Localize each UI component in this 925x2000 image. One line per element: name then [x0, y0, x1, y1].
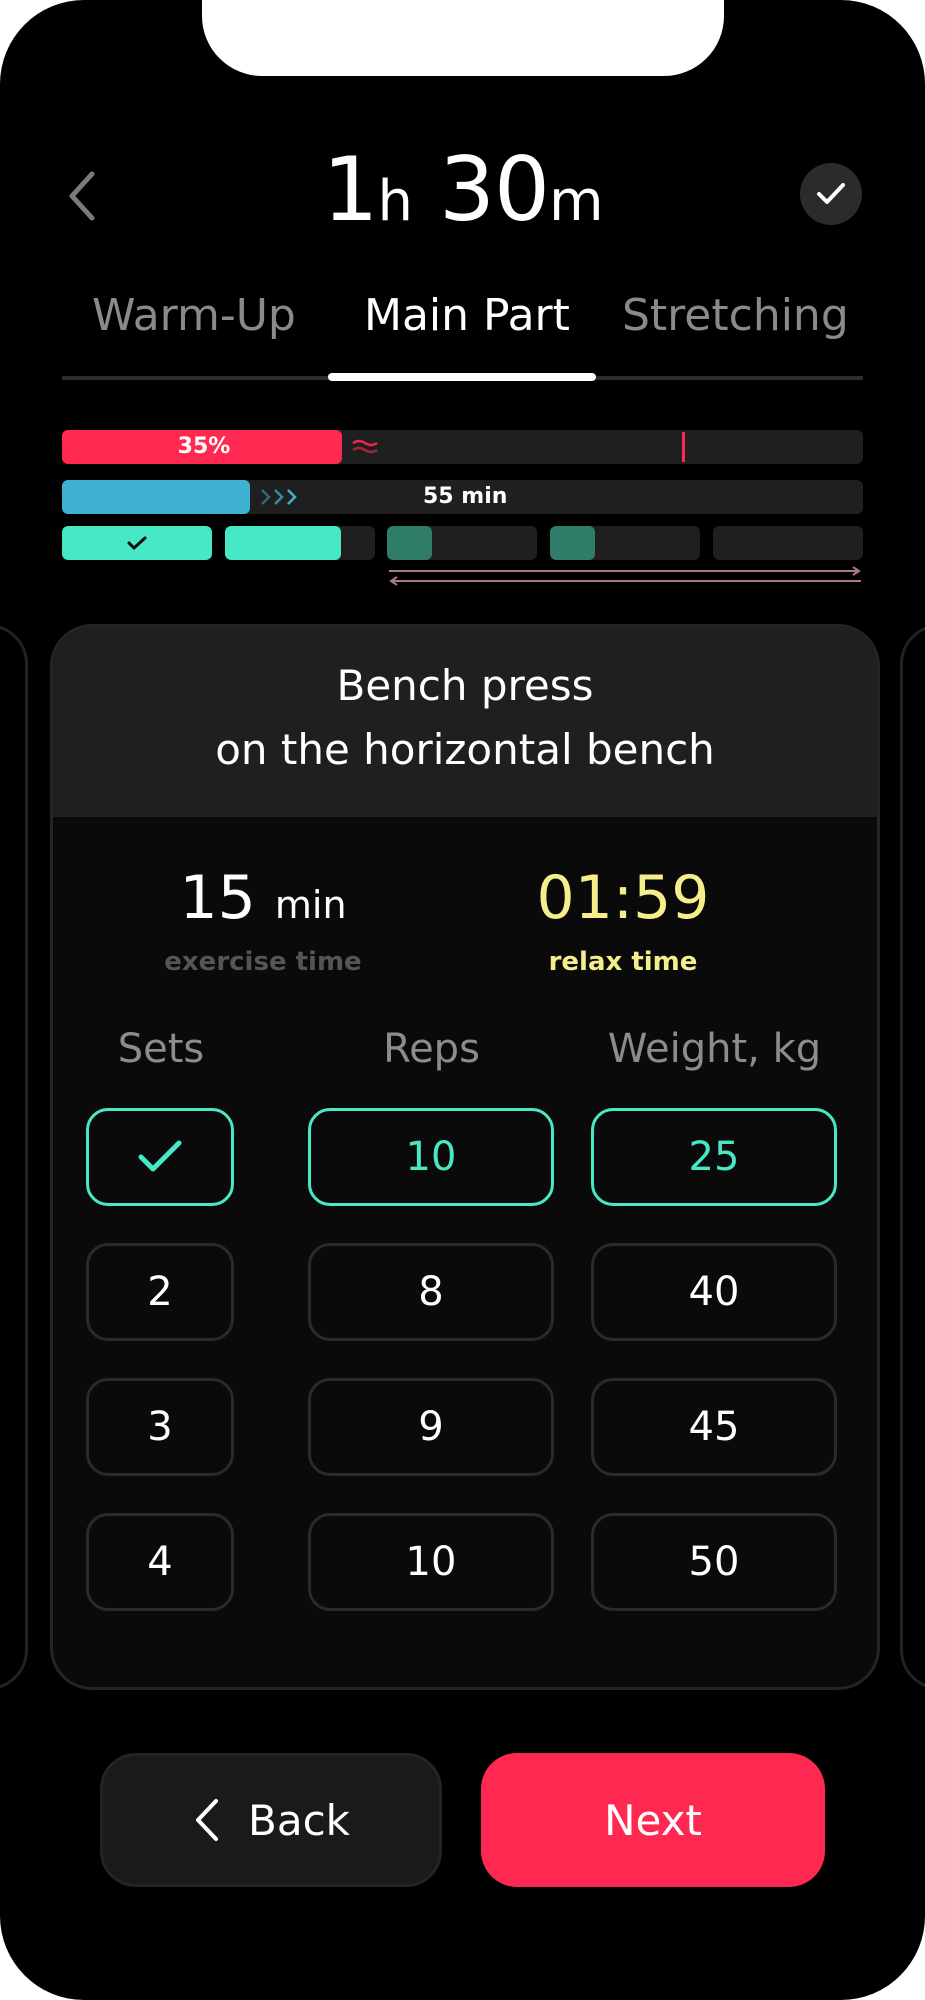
back-button[interactable]: Back: [100, 1753, 442, 1887]
exercise-segment-4: [550, 526, 700, 560]
time-progress-label: 55 min: [423, 484, 508, 509]
wave-icon: [352, 439, 378, 454]
check-icon: [817, 183, 845, 204]
reps-cell-4[interactable]: 10: [308, 1513, 554, 1611]
reps-cell-2[interactable]: 8: [308, 1243, 554, 1341]
reps-cell-3[interactable]: 9: [308, 1378, 554, 1476]
weight-cell-1[interactable]: 25: [591, 1108, 837, 1206]
duration-minutes: 30: [438, 138, 550, 241]
duration-hours: 1: [322, 138, 378, 241]
exercise-time-unit: min: [274, 883, 347, 927]
set-cell-2[interactable]: 2: [86, 1243, 234, 1341]
sets-header: Sets: [117, 1026, 205, 1072]
previous-exercise-card[interactable]: [0, 624, 28, 1690]
weight-cell-2[interactable]: 40: [591, 1243, 837, 1341]
exercise-segment-fill: [550, 526, 595, 560]
time-progress-fill: [62, 480, 250, 514]
check-icon: [127, 536, 147, 550]
overall-progress-label: 35%: [177, 434, 231, 459]
range-arrows-icon: [389, 566, 861, 586]
hours-unit: h: [377, 169, 412, 234]
forward-arrows-icon: [261, 489, 297, 505]
weight-cell-3[interactable]: 45: [591, 1378, 837, 1476]
weight-header: Weight, kg: [607, 1026, 822, 1072]
exercise-title-line1: Bench press: [336, 661, 594, 710]
reps-header: Reps: [383, 1026, 480, 1072]
reps-cell-1[interactable]: 10: [308, 1108, 554, 1206]
next-button-label: Next: [604, 1795, 702, 1845]
chevron-left-icon: [196, 1799, 219, 1841]
notch: [202, 0, 724, 76]
exercise-segment-2: [225, 526, 375, 560]
target-marker: [682, 432, 685, 462]
next-exercise-card[interactable]: [900, 624, 925, 1690]
exercise-segment-5: [713, 526, 863, 560]
exercise-time-number: 15: [179, 863, 256, 933]
active-tab-indicator: [328, 373, 596, 381]
set-cell-3[interactable]: 3: [86, 1378, 234, 1476]
exercise-time-value: 15 min: [153, 863, 373, 933]
weight-cell-4[interactable]: 50: [591, 1513, 837, 1611]
exercise-title-line2: on the horizontal bench: [215, 725, 715, 774]
workout-duration: 1h 30m: [0, 140, 925, 252]
check-icon: [138, 1140, 182, 1172]
phone-screen: 1h 30m Warm-Up Main Part Stretching 35% …: [0, 0, 925, 2000]
minutes-unit: m: [548, 169, 604, 234]
exercise-time-label: exercise time: [164, 947, 362, 977]
relax-time-label: relax time: [548, 947, 698, 977]
exercise-segment-fill: [225, 526, 341, 560]
tab-warm-up[interactable]: Warm-Up: [92, 290, 296, 341]
set-cell-4[interactable]: 4: [86, 1513, 234, 1611]
exercise-segment-1: [62, 526, 212, 560]
set-cell-1[interactable]: [86, 1108, 234, 1206]
exercise-segment-3: [387, 526, 537, 560]
back-button-label: Back: [248, 1795, 350, 1845]
exercise-segment-fill: [387, 526, 432, 560]
tab-stretching[interactable]: Stretching: [622, 290, 849, 341]
finish-workout-button[interactable]: [800, 163, 862, 225]
next-button[interactable]: Next: [481, 1753, 825, 1887]
tab-main-part[interactable]: Main Part: [364, 290, 570, 341]
exercise-header: Bench press on the horizontal bench: [53, 627, 877, 817]
relax-time-value: 01:59: [536, 863, 710, 933]
